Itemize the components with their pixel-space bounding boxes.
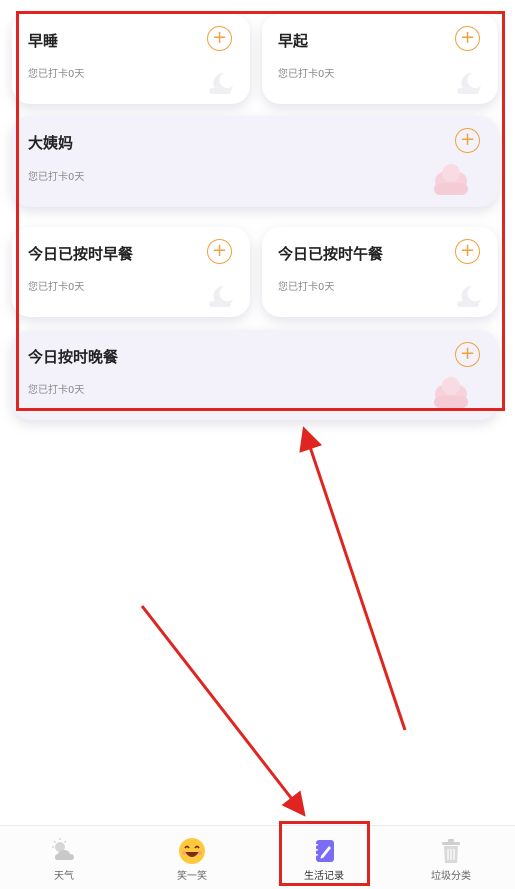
add-checkin-button[interactable]: + (455, 128, 480, 153)
bottom-tab-bar: 天气 笑一笑 生活记录 垃圾分类 (0, 825, 515, 889)
notebook-pencil-icon (314, 840, 334, 862)
tab-label: 垃圾分类 (431, 871, 471, 882)
card-title: 早睡 (28, 32, 59, 50)
card-breakfast[interactable]: 今日已按时早餐 + 您已打卡0天 (12, 227, 250, 317)
card-title: 今日已按时早餐 (28, 245, 134, 263)
card-title: 大姨妈 (28, 134, 74, 152)
tab-garbage-sort[interactable]: 垃圾分类 (387, 826, 515, 889)
checkin-count: 您已打卡0天 (28, 69, 85, 80)
card-early-sleep[interactable]: 早睡 + 您已打卡0天 (12, 14, 250, 104)
moon-icon (209, 285, 233, 307)
card-lunch[interactable]: 今日已按时午餐 + 您已打卡0天 (262, 227, 498, 317)
trash-icon (442, 839, 460, 863)
card-dinner[interactable]: 今日按时晚餐 + 您已打卡0天 (12, 330, 498, 420)
card-early-rise[interactable]: 早起 + 您已打卡0天 (262, 14, 498, 104)
annotation-arrow-down (140, 605, 306, 817)
moon-icon (457, 72, 481, 94)
card-title: 今日已按时午餐 (278, 245, 384, 263)
tab-label: 生活记录 (304, 871, 344, 882)
checkin-count: 您已打卡0天 (278, 69, 335, 80)
checkin-count: 您已打卡0天 (28, 282, 85, 293)
card-title: 早起 (278, 32, 309, 50)
annotation-arrow-up (299, 426, 407, 731)
checkin-count: 您已打卡0天 (28, 385, 85, 396)
add-checkin-button[interactable]: + (207, 239, 232, 264)
flower-icon (434, 164, 468, 195)
tab-label: 天气 (54, 871, 74, 882)
tab-life-record[interactable]: 生活记录 (260, 826, 388, 889)
tab-label: 笑一笑 (177, 871, 207, 882)
tab-weather[interactable]: 天气 (0, 826, 128, 889)
card-title: 今日按时晚餐 (28, 348, 119, 366)
smile-icon (179, 838, 205, 864)
card-period[interactable]: 大姨妈 + 您已打卡0天 (12, 116, 498, 207)
add-checkin-button[interactable]: + (207, 26, 232, 51)
moon-icon (209, 72, 233, 94)
tab-jokes[interactable]: 笑一笑 (128, 826, 256, 889)
flower-icon (434, 377, 468, 408)
moon-icon (457, 285, 481, 307)
weather-icon (52, 838, 74, 860)
add-checkin-button[interactable]: + (455, 342, 480, 367)
checkin-count: 您已打卡0天 (278, 282, 335, 293)
checkin-count: 您已打卡0天 (28, 172, 85, 183)
add-checkin-button[interactable]: + (455, 26, 480, 51)
add-checkin-button[interactable]: + (455, 239, 480, 264)
